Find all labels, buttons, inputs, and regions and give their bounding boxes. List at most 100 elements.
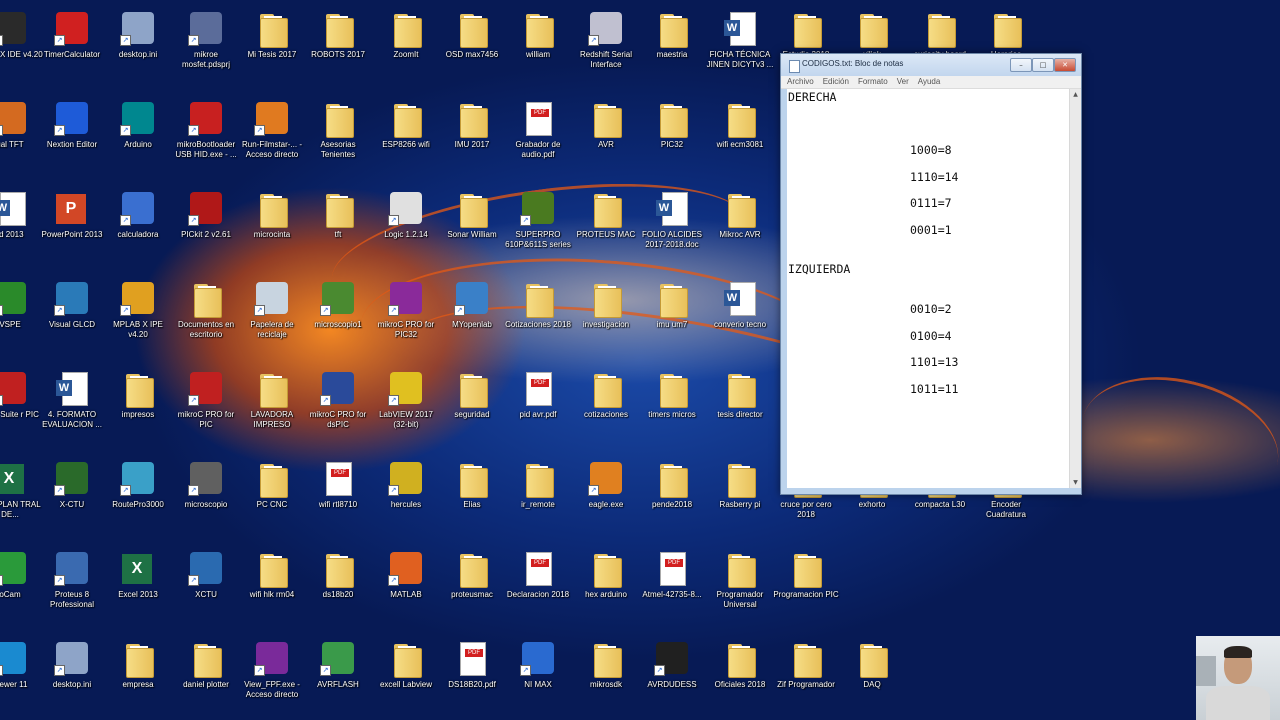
desktop-icon[interactable]: Mi Tesis 2017 — [238, 4, 306, 88]
desktop-icon[interactable]: Oficiales 2018 — [706, 634, 774, 718]
desktop-icon[interactable]: P PowerPoint 2013 — [38, 184, 106, 268]
menu-archivo[interactable]: Archivo — [787, 76, 814, 88]
desktop-icon[interactable]: ↗ Arduino — [104, 94, 172, 178]
menu-ver[interactable]: Ver — [897, 76, 909, 88]
desktop-icon[interactable]: ↗ Logic 1.2.14 — [372, 184, 440, 268]
desktop-icon[interactable]: tft — [304, 184, 372, 268]
desktop-icon[interactable]: microcinta — [238, 184, 306, 268]
close-button[interactable]: ✕ — [1054, 58, 1076, 72]
desktop-icon[interactable]: ↗ mikroe mosfet.pdsprj — [172, 4, 240, 88]
desktop-icon[interactable]: Programacion PIC — [772, 544, 840, 628]
desktop-icon[interactable]: ↗ mikroC PRO for dsPIC — [304, 364, 372, 448]
desktop-icon[interactable]: Mikroc AVR — [706, 184, 774, 268]
desktop-icon[interactable]: tesis director — [706, 364, 774, 448]
scroll-down-arrow-icon[interactable]: ▼ — [1071, 478, 1080, 487]
desktop-icon[interactable]: DAQ — [838, 634, 906, 718]
scroll-up-arrow-icon[interactable]: ▲ — [1071, 90, 1080, 99]
notepad-text-area[interactable]: DERECHA 1000=8 1110=14 0111=7 0001=1 IZQUIERD… — [787, 89, 1070, 488]
desktop-icon[interactable]: Zif Programador — [772, 634, 840, 718]
desktop-icon[interactable]: ds18b20 — [304, 544, 372, 628]
desktop-icon[interactable]: LAVADORA IMPRESO — [238, 364, 306, 448]
menu-formato[interactable]: Formato — [858, 76, 888, 88]
desktop-icon[interactable]: hex arduino — [572, 544, 640, 628]
desktop-icon[interactable]: imu um7 — [638, 274, 706, 358]
desktop-icon[interactable]: impresos — [104, 364, 172, 448]
desktop-icon[interactable]: ↗ RoutePro3000 — [104, 454, 172, 538]
desktop-icon[interactable]: Asesorias Tenientes — [304, 94, 372, 178]
desktop-icon[interactable]: daniel plotter — [172, 634, 240, 718]
desktop-icon[interactable]: ↗ LabVIEW 2017 (32-bit) — [372, 364, 440, 448]
desktop-icon[interactable]: ↗ NI MAX — [504, 634, 572, 718]
desktop-icon[interactable]: PDF Grabador de audio.pdf — [504, 94, 572, 178]
desktop-icon[interactable]: PDF pid avr.pdf — [504, 364, 572, 448]
desktop-icon[interactable]: cotizaciones — [572, 364, 640, 448]
desktop-icon[interactable]: ROBOTS 2017 — [304, 4, 372, 88]
desktop-icon[interactable]: pende2018 — [638, 454, 706, 538]
desktop-icon[interactable]: wifi hlk rm04 — [238, 544, 306, 628]
desktop-icon[interactable]: W FOLIO ALCIDES 2017-2018.doc — [638, 184, 706, 268]
desktop-icon[interactable]: ↗ SUPERPRO 610P&611S series — [504, 184, 572, 268]
desktop-icon[interactable]: ↗ mikroC PRO for PIC — [172, 364, 240, 448]
desktop-icon[interactable]: ↗ AVRFLASH — [304, 634, 372, 718]
desktop-icon[interactable]: ↗ View_FPF.exe - Acceso directo — [238, 634, 306, 718]
desktop-icon[interactable]: Documentos en escritorio — [172, 274, 240, 358]
desktop-icon[interactable]: ↗ desktop.ini — [38, 634, 106, 718]
desktop-icon[interactable]: IMU 2017 — [438, 94, 506, 178]
desktop-icon[interactable]: PC CNC — [238, 454, 306, 538]
desktop-icon[interactable]: ↗ PICkit 2 v2.61 — [172, 184, 240, 268]
desktop-icon[interactable]: ↗ Redshift Serial Interface — [572, 4, 640, 88]
desktop-icon[interactable]: ↗ eagle.exe — [572, 454, 640, 538]
desktop-icon[interactable]: william — [504, 4, 572, 88]
minimize-button[interactable]: – — [1010, 58, 1032, 72]
notepad-titlebar[interactable]: CODIGOS.txt: Bloc de notas – □ ✕ — [781, 54, 1081, 76]
desktop-icon[interactable]: ↗ MATLAB — [372, 544, 440, 628]
desktop-icon[interactable]: W 4. FORMATO EVALUACION ... — [38, 364, 106, 448]
desktop-icon[interactable]: PIC32 — [638, 94, 706, 178]
desktop-icon[interactable]: ↗ Papelera de reciclaje — [238, 274, 306, 358]
desktop-icon[interactable]: ↗ Run-Filmstar-... - Acceso directo — [238, 94, 306, 178]
desktop-icon[interactable]: ↗ TimerCalculator — [38, 4, 106, 88]
desktop-icon[interactable]: Cotizaciones 2018 — [504, 274, 572, 358]
desktop-icon[interactable]: ↗ AVRDUDESS — [638, 634, 706, 718]
desktop-icon[interactable]: ↗ Visual GLCD — [38, 274, 106, 358]
desktop-icon[interactable]: empresa — [104, 634, 172, 718]
desktop-icon[interactable]: ir_remote — [504, 454, 572, 538]
menu-edicion[interactable]: Edición — [823, 76, 849, 88]
desktop-icon[interactable]: maestria — [638, 4, 706, 88]
desktop-icon[interactable]: mikrosdk — [572, 634, 640, 718]
desktop-icon[interactable]: OSD max7456 — [438, 4, 506, 88]
notepad-window[interactable]: CODIGOS.txt: Bloc de notas – □ ✕ Archivo… — [780, 53, 1082, 495]
desktop-icon[interactable]: timers micros — [638, 364, 706, 448]
desktop-icon[interactable]: ↗ desktop.ini — [104, 4, 172, 88]
vertical-scrollbar[interactable]: ▲ ▼ — [1069, 89, 1081, 488]
desktop-icon[interactable]: Programador Universal — [706, 544, 774, 628]
maximize-button[interactable]: □ — [1032, 58, 1054, 72]
desktop-icon[interactable]: AVR — [572, 94, 640, 178]
desktop-icon[interactable]: ↗ MPLAB X IPE v4.20 — [104, 274, 172, 358]
desktop-icon[interactable]: investigacion — [572, 274, 640, 358]
desktop-icon[interactable]: Rasberry pi — [706, 454, 774, 538]
desktop-icon[interactable]: ↗ microscopio1 — [304, 274, 372, 358]
desktop-icon[interactable]: ↗ calculadora — [104, 184, 172, 268]
desktop-icon[interactable]: ↗ microscopio — [172, 454, 240, 538]
desktop-icon[interactable]: Elias — [438, 454, 506, 538]
desktop-icon[interactable]: proteusmac — [438, 544, 506, 628]
desktop-icon[interactable]: PDF DS18B20.pdf — [438, 634, 506, 718]
desktop-icon[interactable]: ↗ mikroC PRO for PIC32 — [372, 274, 440, 358]
menu-ayuda[interactable]: Ayuda — [918, 76, 941, 88]
desktop-icon[interactable]: X Excel 2013 — [104, 544, 172, 628]
desktop-icon[interactable]: ↗ mikroBootloader USB HID.exe - ... — [172, 94, 240, 178]
desktop-icon[interactable]: ↗ X-CTU — [38, 454, 106, 538]
desktop-icon[interactable]: W FICHA TÉCNICA JINEN DICYTv3 ... — [706, 4, 774, 88]
desktop-icon[interactable]: ↗ Nextion Editor — [38, 94, 106, 178]
desktop-icon[interactable]: ESP8266 wifi — [372, 94, 440, 178]
desktop-icon[interactable]: ↗ Proteus 8 Professional — [38, 544, 106, 628]
desktop-icon[interactable]: ZoomIt — [372, 4, 440, 88]
desktop-icon[interactable]: wifi ecm3081 — [706, 94, 774, 178]
desktop-icon[interactable]: seguridad — [438, 364, 506, 448]
desktop-icon[interactable]: PDF Atmel-42735-8... — [638, 544, 706, 628]
desktop-icon[interactable]: ↗ hercules — [372, 454, 440, 538]
desktop-icon[interactable]: Wconverio tecno — [706, 274, 774, 358]
desktop-icon[interactable]: PDF wifi rtl8710 — [304, 454, 372, 538]
desktop-icon[interactable]: ↗ XCTU — [172, 544, 240, 628]
